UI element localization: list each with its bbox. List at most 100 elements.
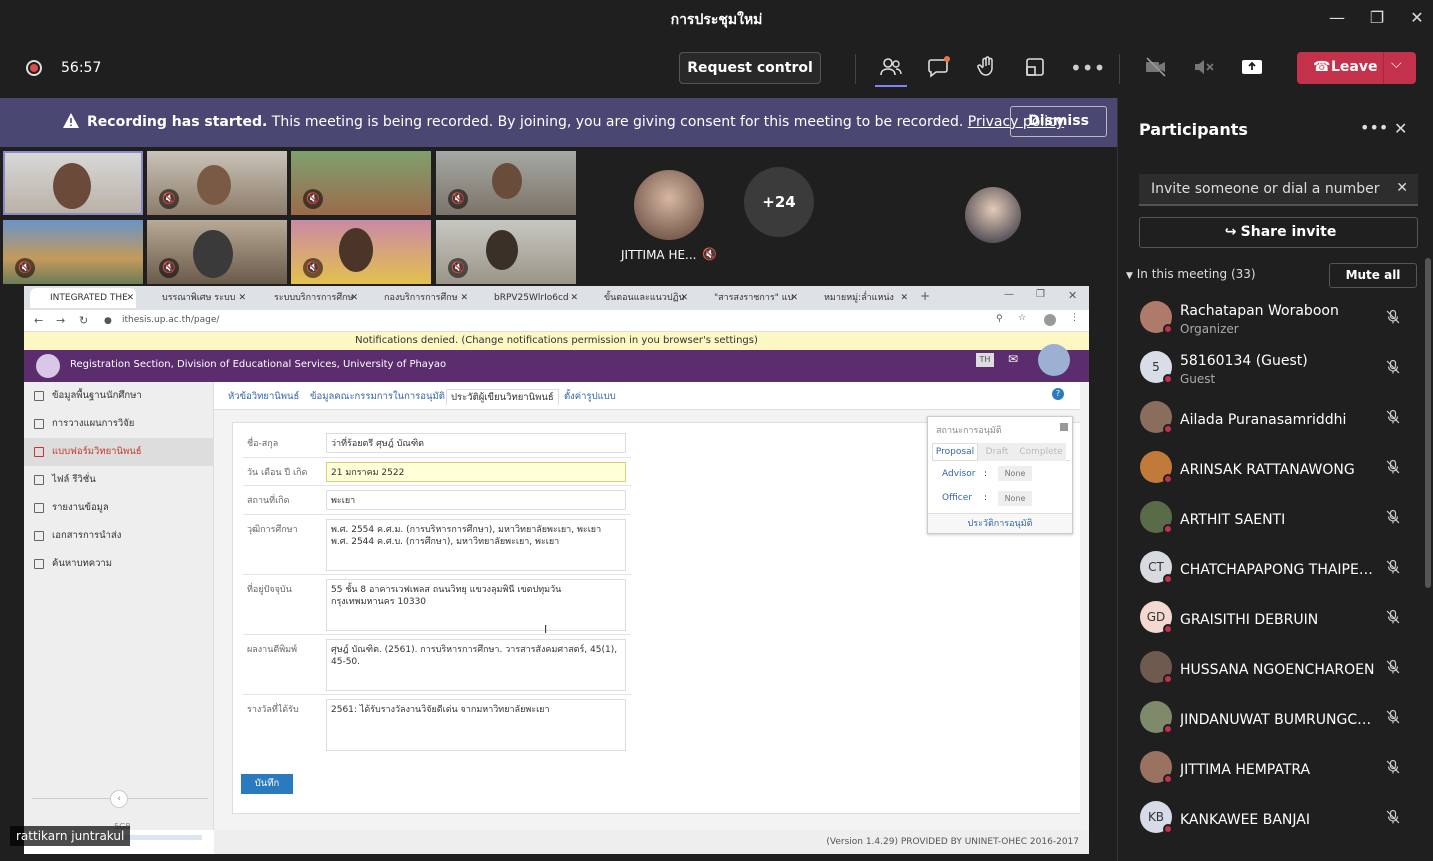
close-window-icon[interactable]: ✕ [1068,289,1077,302]
browser-tab[interactable]: บรรณาพิเศษ ระบบ ✕ [142,288,248,308]
microphone-off-icon[interactable] [1383,609,1403,629]
share-invite-button[interactable]: ↪ Share invite [1139,217,1418,248]
browser-tab[interactable]: หมายหมู่:ล่ำแหน่ง ✕ [804,288,910,308]
microphone-off-icon[interactable] [1383,709,1403,729]
leave-button[interactable]: ☎Leave ⌵ [1297,52,1416,84]
help-icon[interactable]: ? [1052,388,1064,400]
user-avatar[interactable] [1038,344,1070,376]
participant-row[interactable]: Rachatapan Woraboon Organizer [1118,296,1418,346]
rooms-icon[interactable] [1022,55,1048,81]
browser-tab[interactable]: ขั้นตอนและแนวปฏิบ ✕ [584,288,690,308]
close-tab-icon[interactable]: ✕ [126,288,134,308]
close-tab-icon[interactable]: ✕ [350,288,358,308]
browser-tab[interactable]: bRPV25WlrIo6cd ✕ [474,288,580,308]
tab-author-profile[interactable]: ประวัติผู้เขียนวิทยานิพนธ์ [446,389,559,405]
participants-icon[interactable] [878,55,904,81]
close-tab-icon[interactable]: ✕ [790,288,798,308]
star-icon[interactable]: ☆ [1018,313,1026,323]
tab-committee[interactable]: ข้อมูลคณะกรรมการในการอนุมัติ [310,389,445,404]
avatar[interactable] [634,170,704,240]
video-tile[interactable] [3,151,143,215]
restore-icon[interactable]: ❐ [1036,289,1045,300]
approval-history-link[interactable]: ประวัติการอนุมัติ [928,513,1072,533]
browser-tab[interactable]: INTEGRATED THE ✕ [30,288,136,308]
participant-row[interactable]: Ailada Puranasamriddhi [1118,396,1418,446]
award-field[interactable]: 2561: ได้รับรางวัลงานวิจัยดีเด่น จากมหาว… [326,699,626,751]
tab-thesis-title[interactable]: หัวข้อวิทยานิพนธ์ [228,389,299,404]
browser-tab[interactable]: ระบบบริการการศึกษ ✕ [254,288,360,308]
more-participants-badge[interactable]: +24 [744,167,814,237]
close-tab-icon[interactable]: ✕ [900,288,908,308]
avatar[interactable] [965,187,1021,243]
birthplace-field[interactable]: พะเยา [326,490,626,510]
chat-icon[interactable] [926,55,952,81]
panel-scrollbar[interactable] [1425,258,1431,588]
birthdate-field[interactable]: 21 มกราคม 2522 [326,462,626,482]
microphone-off-icon[interactable] [1383,509,1403,529]
video-tile[interactable]: 🔇 [147,151,287,215]
browser-tab[interactable]: กองบริการการศึกษ ✕ [364,288,470,308]
request-control-button[interactable]: Request control [679,52,821,84]
microphone-off-icon[interactable] [1383,309,1403,329]
in-meeting-header[interactable]: ▼ In this meeting (33) [1126,267,1256,281]
close-tab-icon[interactable]: ✕ [238,288,246,308]
participant-row[interactable]: GD GRAISITHI DEBRUIN [1118,596,1418,646]
minimize-icon[interactable]: — [1325,6,1349,30]
video-tile[interactable]: 🔇 [291,151,431,215]
minimize-icon[interactable]: — [1004,289,1014,300]
tab-proposal[interactable]: Proposal [932,443,978,461]
education-field[interactable]: พ.ศ. 2554 ค.ศ.ม. (การบริหารการศึกษา), มห… [326,519,626,571]
dismiss-button[interactable]: Dismiss [1010,106,1107,137]
video-tile[interactable]: 🔇 [3,220,143,284]
video-tile[interactable]: 🔇 [291,220,431,284]
video-tile[interactable]: 🔇 [147,220,287,284]
chevron-down-icon[interactable]: ⌵ [1391,56,1402,72]
microphone-off-icon[interactable] [1383,559,1403,579]
sidebar-item-submission[interactable]: เอกสารการนำส่ง [24,522,214,550]
tab-format-settings[interactable]: ตั้งค่ารูปแบบ [564,389,616,404]
back-icon[interactable]: ← [34,314,43,327]
language-toggle[interactable]: TH [976,353,994,367]
sidebar-item-revision-file[interactable]: ไฟล์ รีวิชั่น [24,466,214,494]
microphone-off-icon[interactable] [1191,55,1217,81]
save-button[interactable]: บันทึก [241,774,293,794]
sidebar-item-thesis-form[interactable]: แบบฟอร์มวิทยานิพนธ์ [24,438,214,466]
microphone-off-icon[interactable] [1383,459,1403,479]
page-scrollbar[interactable] [1080,382,1089,830]
microphone-off-icon[interactable] [1383,659,1403,679]
participant-row[interactable]: JITTIMA HEMPATRA [1118,746,1418,796]
zoom-icon[interactable]: ⚲ [996,314,1003,324]
sidebar-item-article-search[interactable]: ค้นหาบทความ [24,550,214,578]
participant-row[interactable]: ARTHIT SAENTI [1118,496,1418,546]
profile-icon[interactable] [1044,314,1056,326]
new-tab-icon[interactable]: + [920,289,930,303]
close-tab-icon[interactable]: ✕ [460,288,468,308]
more-options-icon[interactable]: ••• [1360,118,1388,137]
microphone-off-icon[interactable] [1383,759,1403,779]
collapse-sidebar-icon[interactable]: ‹ [110,790,128,808]
close-tab-icon[interactable]: ✕ [570,288,578,308]
microphone-off-icon[interactable] [1383,809,1403,829]
video-tile[interactable]: 🔇 [436,151,576,215]
menu-icon[interactable]: ⋮ [1070,313,1079,323]
participant-row[interactable]: HUSSANA NGOENCHAROEN [1118,646,1418,696]
participant-row[interactable]: KB KANKAWEE BANJAI [1118,796,1418,846]
name-field[interactable]: ว่าที่ร้อยตรี ศุษฎ์ บัณฑิต [326,433,626,453]
sidebar-item-student-info[interactable]: ข้อมูลพื้นฐานนักศึกษา [24,382,214,410]
camera-off-icon[interactable] [1143,55,1169,81]
publication-field[interactable]: ศุษฎ์ บัณฑิต. (2561). การบริหารการศึกษา.… [326,639,626,691]
address-field[interactable]: 55 ชั้น 8 อาคารเวฟเพลส ถนนวิทยุ แขวงลุมพ… [326,579,626,631]
sidebar-item-research-plan[interactable]: การวางแผนการวิจัย [24,410,214,438]
participant-row[interactable]: JINDANUWAT BUMRUNGCH... [1118,696,1418,746]
mail-icon[interactable]: ✉ [1008,352,1018,366]
tab-draft[interactable]: Draft [978,443,1016,461]
url-field[interactable]: ithesis.up.ac.th/page/ [122,315,219,325]
microphone-off-icon[interactable] [1383,359,1403,379]
raise-hand-icon[interactable] [974,55,1000,81]
participant-row[interactable]: ARINSAK RATTANAWONG [1118,446,1418,496]
participant-row[interactable]: CT CHATCHAPAPONG THAIPETK... [1118,546,1418,596]
close-window-icon[interactable]: ✕ [1405,6,1429,30]
mute-all-button[interactable]: Mute all [1329,263,1417,288]
close-icon[interactable]: ✕ [1394,119,1407,138]
clear-icon[interactable]: ✕ [1396,180,1408,196]
